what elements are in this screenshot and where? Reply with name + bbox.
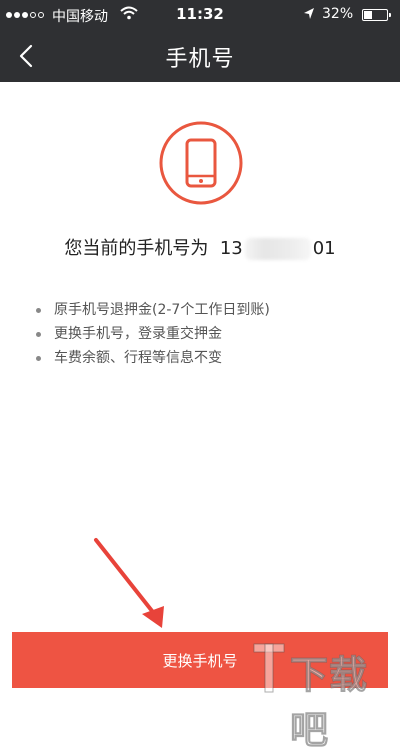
page-title: 手机号 — [165, 47, 235, 72]
status-bar: 中国移动 11:32 32% — [0, 0, 400, 30]
notes-list: 原手机号退押金(2-7个工作日到账) 更换手机号，登录重交押金 车费余额、行程等… — [32, 298, 270, 370]
location-arrow-icon — [303, 7, 315, 24]
number-suffix: 01 — [312, 238, 336, 259]
watermark-text: 下载吧 — [290, 653, 369, 753]
annotation-arrow-icon — [94, 538, 164, 628]
masked-digits — [244, 238, 311, 260]
smartphone-icon — [158, 120, 244, 206]
current-number-label: 您当前的手机号为 — [64, 238, 209, 259]
navigation-bar: 手机号 — [0, 30, 400, 82]
note-item: 原手机号退押金(2-7个工作日到账) — [32, 298, 270, 322]
current-phone-number: 您当前的手机号为 13 01 — [0, 234, 400, 260]
note-item: 更换手机号，登录重交押金 — [32, 322, 270, 346]
battery-percent: 32% — [322, 6, 354, 22]
note-item: 车费余额、行程等信息不变 — [32, 346, 270, 370]
battery-icon — [362, 9, 391, 21]
number-prefix: 13 — [219, 238, 243, 259]
